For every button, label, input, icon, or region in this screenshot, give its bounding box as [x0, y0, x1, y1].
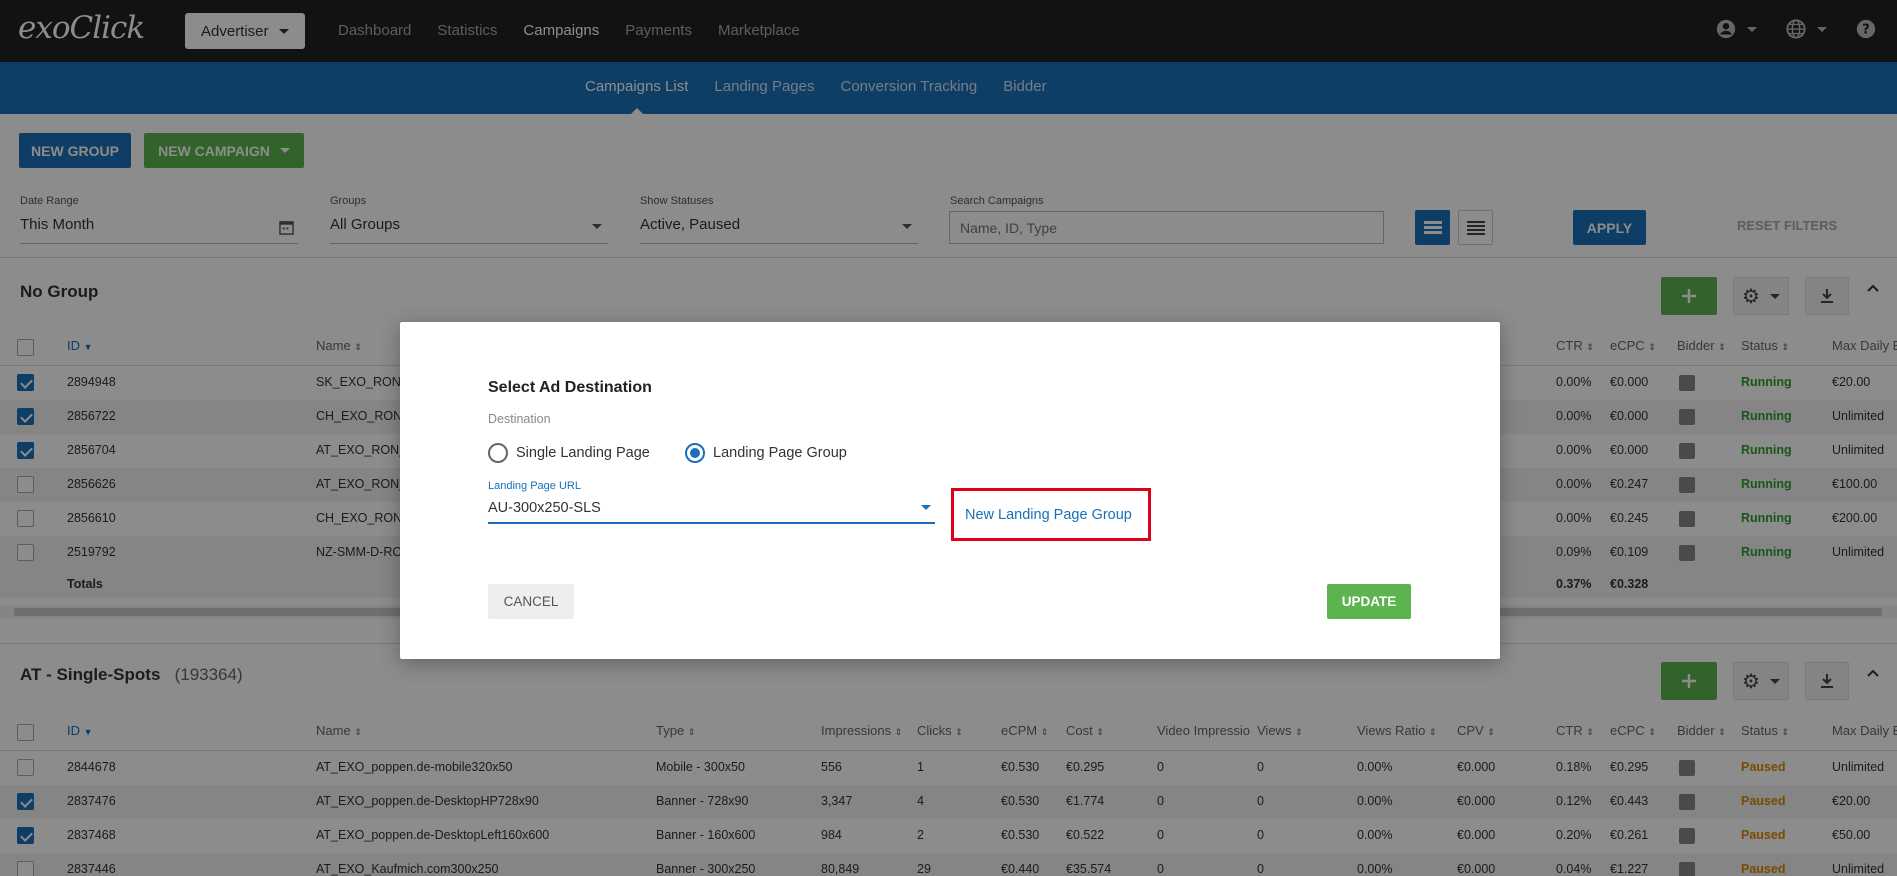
single-landing-page-radio[interactable]	[488, 443, 508, 463]
landing-page-group-label: Landing Page Group	[713, 445, 847, 461]
new-landing-page-group-link[interactable]: New Landing Page Group	[965, 507, 1132, 523]
new-landing-page-group-link-highlight[interactable]: New Landing Page Group	[951, 488, 1151, 541]
landing-page-url-value: AU-300x250-SLS	[488, 500, 601, 516]
chevron-down-icon	[921, 505, 931, 510]
cancel-button[interactable]: CANCEL	[488, 584, 574, 619]
select-ad-destination-modal: Select Ad Destination Destination Single…	[400, 322, 1500, 659]
single-landing-page-label: Single Landing Page	[516, 445, 650, 461]
landing-page-url-label: Landing Page URL	[488, 480, 581, 492]
destination-label: Destination	[488, 412, 551, 426]
landing-page-group-radio[interactable]	[685, 443, 705, 463]
update-button[interactable]: UPDATE	[1327, 584, 1411, 619]
landing-page-url-select[interactable]: AU-300x250-SLS	[488, 494, 935, 524]
option-landing-page-group[interactable]: Landing Page Group	[685, 443, 847, 463]
option-single-landing-page[interactable]: Single Landing Page	[488, 443, 650, 463]
modal-title: Select Ad Destination	[488, 379, 652, 396]
